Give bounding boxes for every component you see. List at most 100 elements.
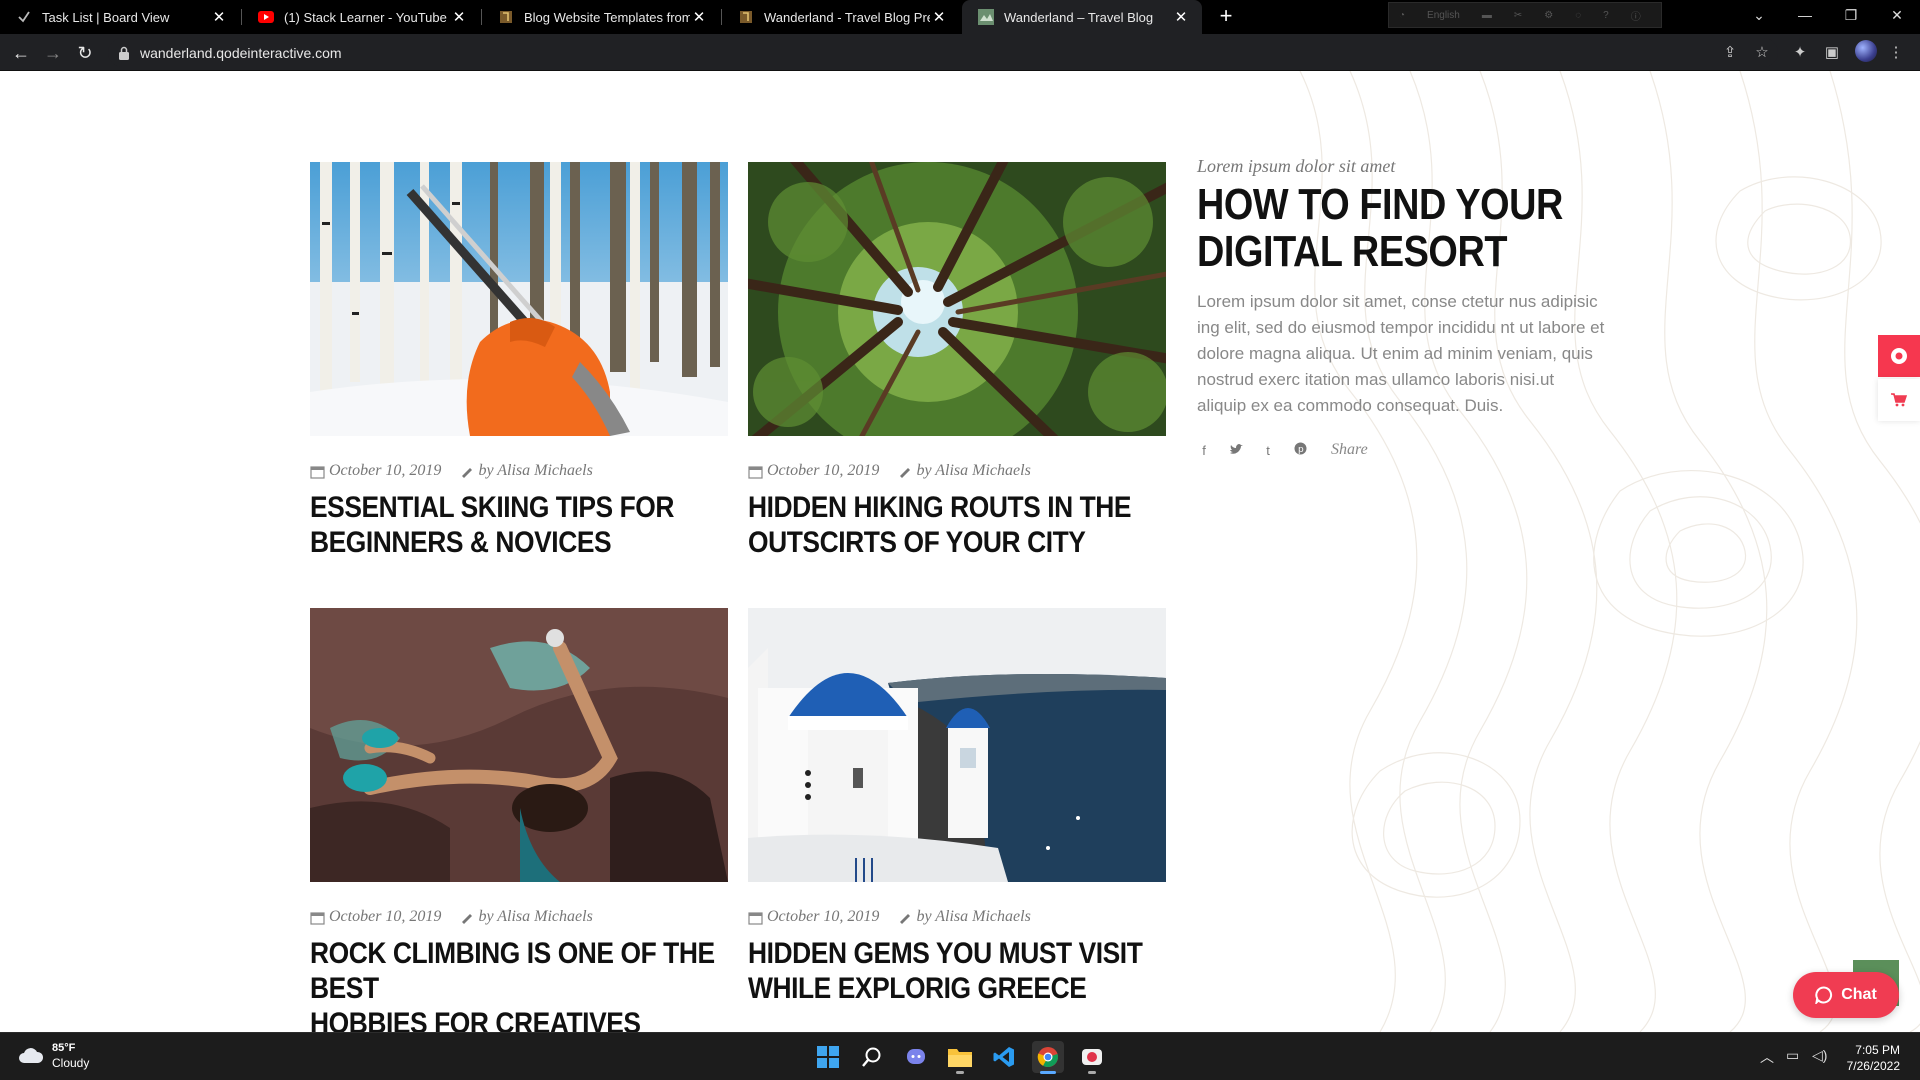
back-arrow-icon[interactable]: ← bbox=[9, 41, 33, 65]
browser-tab-strip: Task List | Board View ✕ (1) Stack Learn… bbox=[0, 0, 1920, 34]
teams-chat-icon bbox=[907, 1049, 925, 1064]
system-clock[interactable]: 7:05 PM 7/26/2022 bbox=[1847, 1042, 1900, 1074]
share-page-icon[interactable]: ⇪ bbox=[1718, 41, 1742, 65]
extension-icon[interactable]: ◔ bbox=[1399, 10, 1405, 21]
featured-title-line2[interactable]: DIGITAL RESORT bbox=[1197, 227, 1507, 276]
vscode-icon bbox=[993, 1047, 1014, 1067]
blog-post-card[interactable]: October 10, 2019 by Alisa Michaels ESSEN… bbox=[310, 162, 728, 560]
facebook-icon[interactable]: f bbox=[1197, 443, 1211, 458]
post-title[interactable]: HIDDEN HIKING ROUTS IN THE OUTSCIRTS OF … bbox=[748, 490, 1162, 560]
gear-icon[interactable]: ⚙ bbox=[1544, 10, 1553, 21]
post-image-forest[interactable] bbox=[748, 162, 1166, 436]
reload-icon[interactable]: ↻ bbox=[73, 41, 97, 65]
share-label[interactable]: Share bbox=[1331, 441, 1368, 459]
extensions-puzzle-icon[interactable]: ✦ bbox=[1788, 41, 1812, 65]
post-title-line2[interactable]: OUTSCIRTS OF YOUR CITY bbox=[748, 526, 1086, 559]
extension-icon[interactable]: ▬ bbox=[1482, 10, 1492, 21]
side-panel-icon[interactable]: ▣ bbox=[1820, 41, 1844, 65]
vscode-button[interactable] bbox=[988, 1041, 1020, 1073]
close-icon[interactable]: ✕ bbox=[690, 8, 708, 26]
blog-post-card[interactable]: October 10, 2019 by Alisa Michaels HIDDE… bbox=[748, 608, 1166, 1006]
tab-blog-templates[interactable]: Blog Website Templates from Th ✕ bbox=[482, 0, 720, 34]
post-date[interactable]: October 10, 2019 bbox=[767, 908, 879, 926]
info-icon[interactable]: ⓘ bbox=[1631, 8, 1641, 23]
close-window-button[interactable]: ✕ bbox=[1874, 0, 1920, 30]
tumblr-icon[interactable]: t bbox=[1261, 443, 1275, 458]
author-name[interactable]: by Alisa Michaels bbox=[478, 462, 592, 480]
help-icon[interactable]: ? bbox=[1603, 10, 1609, 21]
close-icon[interactable]: ✕ bbox=[1172, 8, 1190, 26]
tab-title: Task List | Board View bbox=[42, 9, 170, 25]
post-title[interactable]: ESSENTIAL SKIING TIPS FOR BEGINNERS & NO… bbox=[310, 490, 724, 560]
cart-icon bbox=[1891, 393, 1907, 407]
chat-label[interactable]: Chat bbox=[1841, 986, 1877, 1004]
teams-chat-button[interactable] bbox=[900, 1041, 932, 1073]
post-author[interactable]: by Alisa Michaels bbox=[459, 908, 593, 926]
browser-menu-icon[interactable]: ⋮ bbox=[1884, 41, 1908, 65]
post-title-line1[interactable]: ESSENTIAL SKIING TIPS FOR bbox=[310, 491, 674, 524]
url-text[interactable]: wanderland.qodeinteractive.com bbox=[140, 45, 342, 61]
bookmark-star-icon[interactable]: ☆ bbox=[1750, 41, 1774, 65]
post-title-line1[interactable]: ROCK CLIMBING IS ONE OF THE BEST bbox=[310, 937, 715, 1005]
envato-icon bbox=[738, 9, 754, 25]
close-icon[interactable]: ✕ bbox=[450, 8, 468, 26]
extension-icon[interactable]: ◌ bbox=[1575, 10, 1581, 21]
extension-icon[interactable]: ✂ bbox=[1514, 10, 1522, 21]
blog-post-card[interactable]: October 10, 2019 by Alisa Michaels HIDDE… bbox=[748, 162, 1166, 560]
tray-overflow-chevron-icon[interactable]: ︿ bbox=[1760, 1047, 1774, 1067]
post-image-climbing[interactable] bbox=[310, 608, 728, 882]
search-icon bbox=[862, 1047, 881, 1067]
post-author[interactable]: by Alisa Michaels bbox=[459, 462, 593, 480]
post-title-line2[interactable]: HOBBIES FOR CREATIVES bbox=[310, 1007, 641, 1032]
featured-title[interactable]: HOW TO FIND YOUR DIGITAL RESORT bbox=[1197, 181, 1610, 275]
featured-title-line1[interactable]: HOW TO FIND YOUR bbox=[1197, 180, 1563, 229]
tab-task-list[interactable]: Task List | Board View ✕ bbox=[0, 0, 240, 34]
side-demo-button[interactable] bbox=[1878, 335, 1920, 377]
chat-button[interactable]: Chat bbox=[1793, 972, 1899, 1018]
minimize-button[interactable]: — bbox=[1782, 0, 1828, 30]
running-indicator bbox=[956, 1071, 964, 1074]
tab-search-chevron-icon[interactable]: ⌄ bbox=[1736, 0, 1782, 30]
side-cart-button[interactable] bbox=[1878, 379, 1920, 421]
post-title-line1[interactable]: HIDDEN HIKING ROUTS IN THE bbox=[748, 491, 1132, 524]
post-image-skiing[interactable] bbox=[310, 162, 728, 436]
url-bar[interactable]: wanderland.qodeinteractive.com bbox=[108, 38, 1778, 67]
tab-wanderland-preview[interactable]: Wanderland - Travel Blog Preview ✕ bbox=[722, 0, 960, 34]
post-title-line2[interactable]: BEGINNERS & NOVICES bbox=[310, 526, 612, 559]
folder-icon bbox=[948, 1049, 972, 1067]
post-date[interactable]: October 10, 2019 bbox=[329, 462, 441, 480]
tab-youtube[interactable]: (1) Stack Learner - YouTube ✕ bbox=[242, 0, 480, 34]
weather-widget[interactable]: 85°F Cloudy bbox=[18, 1041, 89, 1071]
close-icon[interactable]: ✕ bbox=[210, 8, 228, 26]
twitter-icon[interactable] bbox=[1229, 443, 1243, 458]
profile-avatar[interactable] bbox=[1855, 40, 1877, 62]
post-title-line2[interactable]: WHILE EXPLORIG GREECE bbox=[748, 972, 1087, 1005]
post-author[interactable]: by Alisa Michaels bbox=[897, 462, 1031, 480]
author-name[interactable]: by Alisa Michaels bbox=[916, 462, 1030, 480]
post-title-line1[interactable]: HIDDEN GEMS YOU MUST VISIT bbox=[748, 937, 1143, 970]
post-title[interactable]: ROCK CLIMBING IS ONE OF THE BEST HOBBIES… bbox=[310, 936, 724, 1032]
pinterest-icon[interactable]: p bbox=[1293, 442, 1307, 458]
language-label[interactable]: English bbox=[1427, 10, 1460, 21]
chrome-button[interactable] bbox=[1032, 1041, 1064, 1074]
post-title[interactable]: HIDDEN GEMS YOU MUST VISIT WHILE EXPLORI… bbox=[748, 936, 1162, 1006]
network-icon[interactable]: ▭ bbox=[1786, 1047, 1799, 1064]
author-name[interactable]: by Alisa Michaels bbox=[478, 908, 592, 926]
volume-icon[interactable]: ◁) bbox=[1812, 1047, 1827, 1064]
file-explorer-button[interactable] bbox=[944, 1041, 976, 1074]
author-name[interactable]: by Alisa Michaels bbox=[916, 908, 1030, 926]
screen-recorder-button[interactable] bbox=[1076, 1041, 1108, 1074]
post-author[interactable]: by Alisa Michaels bbox=[897, 908, 1031, 926]
tab-wanderland-active[interactable]: Wanderland – Travel Blog ✕ bbox=[962, 0, 1202, 34]
new-tab-button[interactable]: + bbox=[1213, 4, 1239, 30]
blog-post-card[interactable]: October 10, 2019 by Alisa Michaels ROCK … bbox=[310, 608, 728, 1032]
share-row: f t p Share bbox=[1197, 441, 1607, 459]
start-button[interactable] bbox=[812, 1041, 844, 1073]
forward-arrow-icon[interactable]: → bbox=[41, 41, 65, 65]
post-image-greece[interactable] bbox=[748, 608, 1166, 882]
close-icon[interactable]: ✕ bbox=[930, 8, 948, 26]
post-date[interactable]: October 10, 2019 bbox=[767, 462, 879, 480]
search-button[interactable] bbox=[856, 1041, 888, 1073]
post-date[interactable]: October 10, 2019 bbox=[329, 908, 441, 926]
restore-button[interactable]: ❐ bbox=[1828, 0, 1874, 30]
